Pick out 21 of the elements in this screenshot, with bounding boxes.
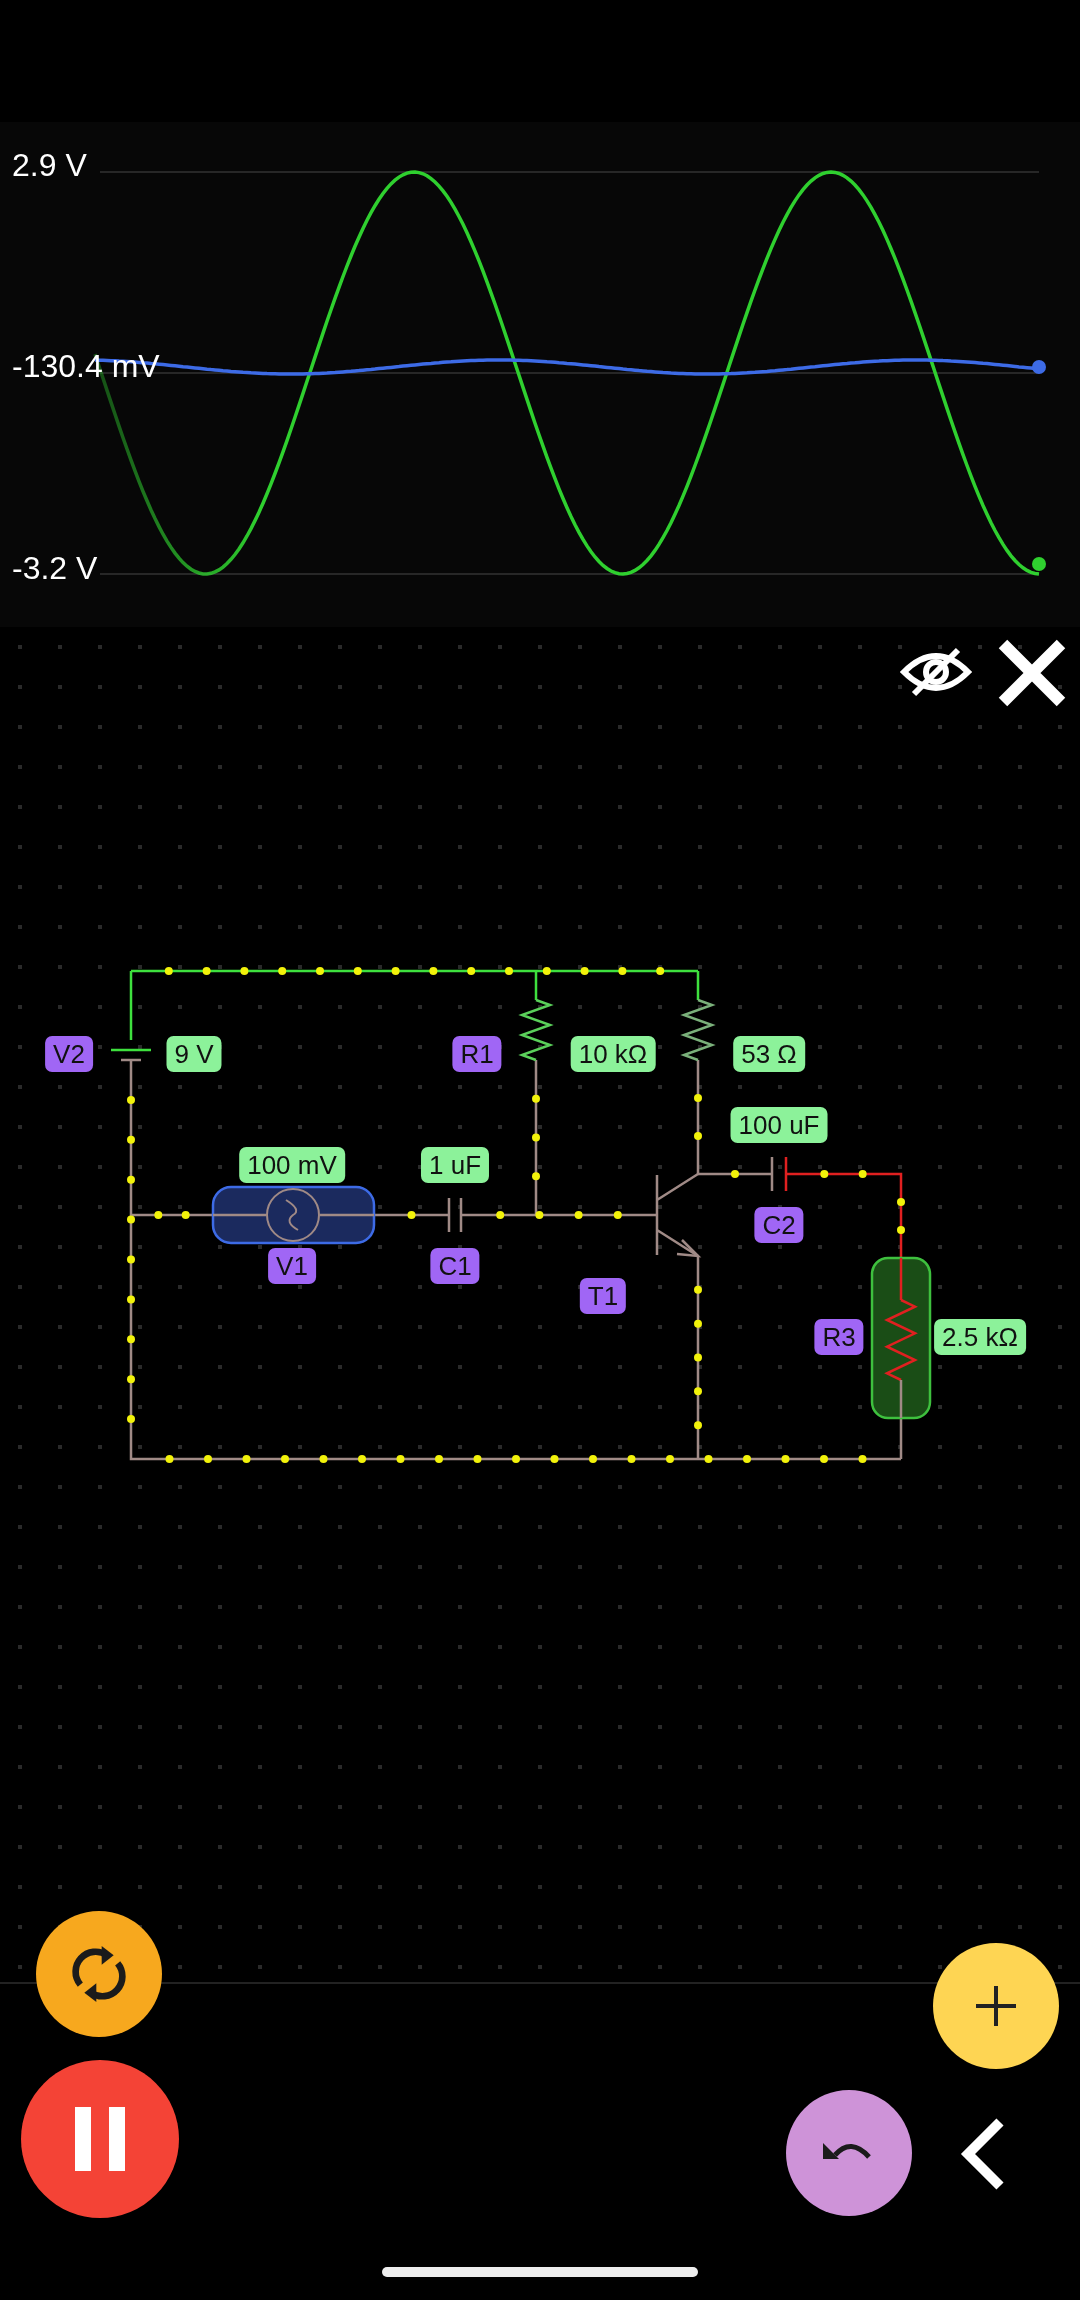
component-label: T1 xyxy=(579,1278,627,1314)
voltage-label: -3.2 V xyxy=(12,549,98,587)
value-label: 1 uF xyxy=(421,1147,489,1183)
plus-icon xyxy=(976,1986,1016,2026)
voltage-label: 2.9 V xyxy=(12,146,87,184)
component-label: C1 xyxy=(430,1248,480,1284)
back-icon[interactable] xyxy=(960,2118,1006,2190)
pause-icon xyxy=(75,2107,125,2171)
hide-icon[interactable] xyxy=(900,646,972,698)
value-label: 53 Ω xyxy=(733,1036,805,1072)
component-label: V2 xyxy=(45,1036,93,1072)
close-icon[interactable] xyxy=(997,638,1067,708)
component-label: R3 xyxy=(814,1319,864,1355)
component-label: C2 xyxy=(754,1207,804,1243)
value-label: 9 V xyxy=(166,1036,222,1072)
component-label: V1 xyxy=(268,1248,316,1284)
value-label: 2.5 kΩ xyxy=(934,1319,1026,1355)
value-label: 100 mV xyxy=(239,1147,345,1183)
value-label: 10 kΩ xyxy=(570,1036,656,1072)
component-label: R1 xyxy=(452,1036,502,1072)
value-label: 100 uF xyxy=(730,1107,828,1143)
